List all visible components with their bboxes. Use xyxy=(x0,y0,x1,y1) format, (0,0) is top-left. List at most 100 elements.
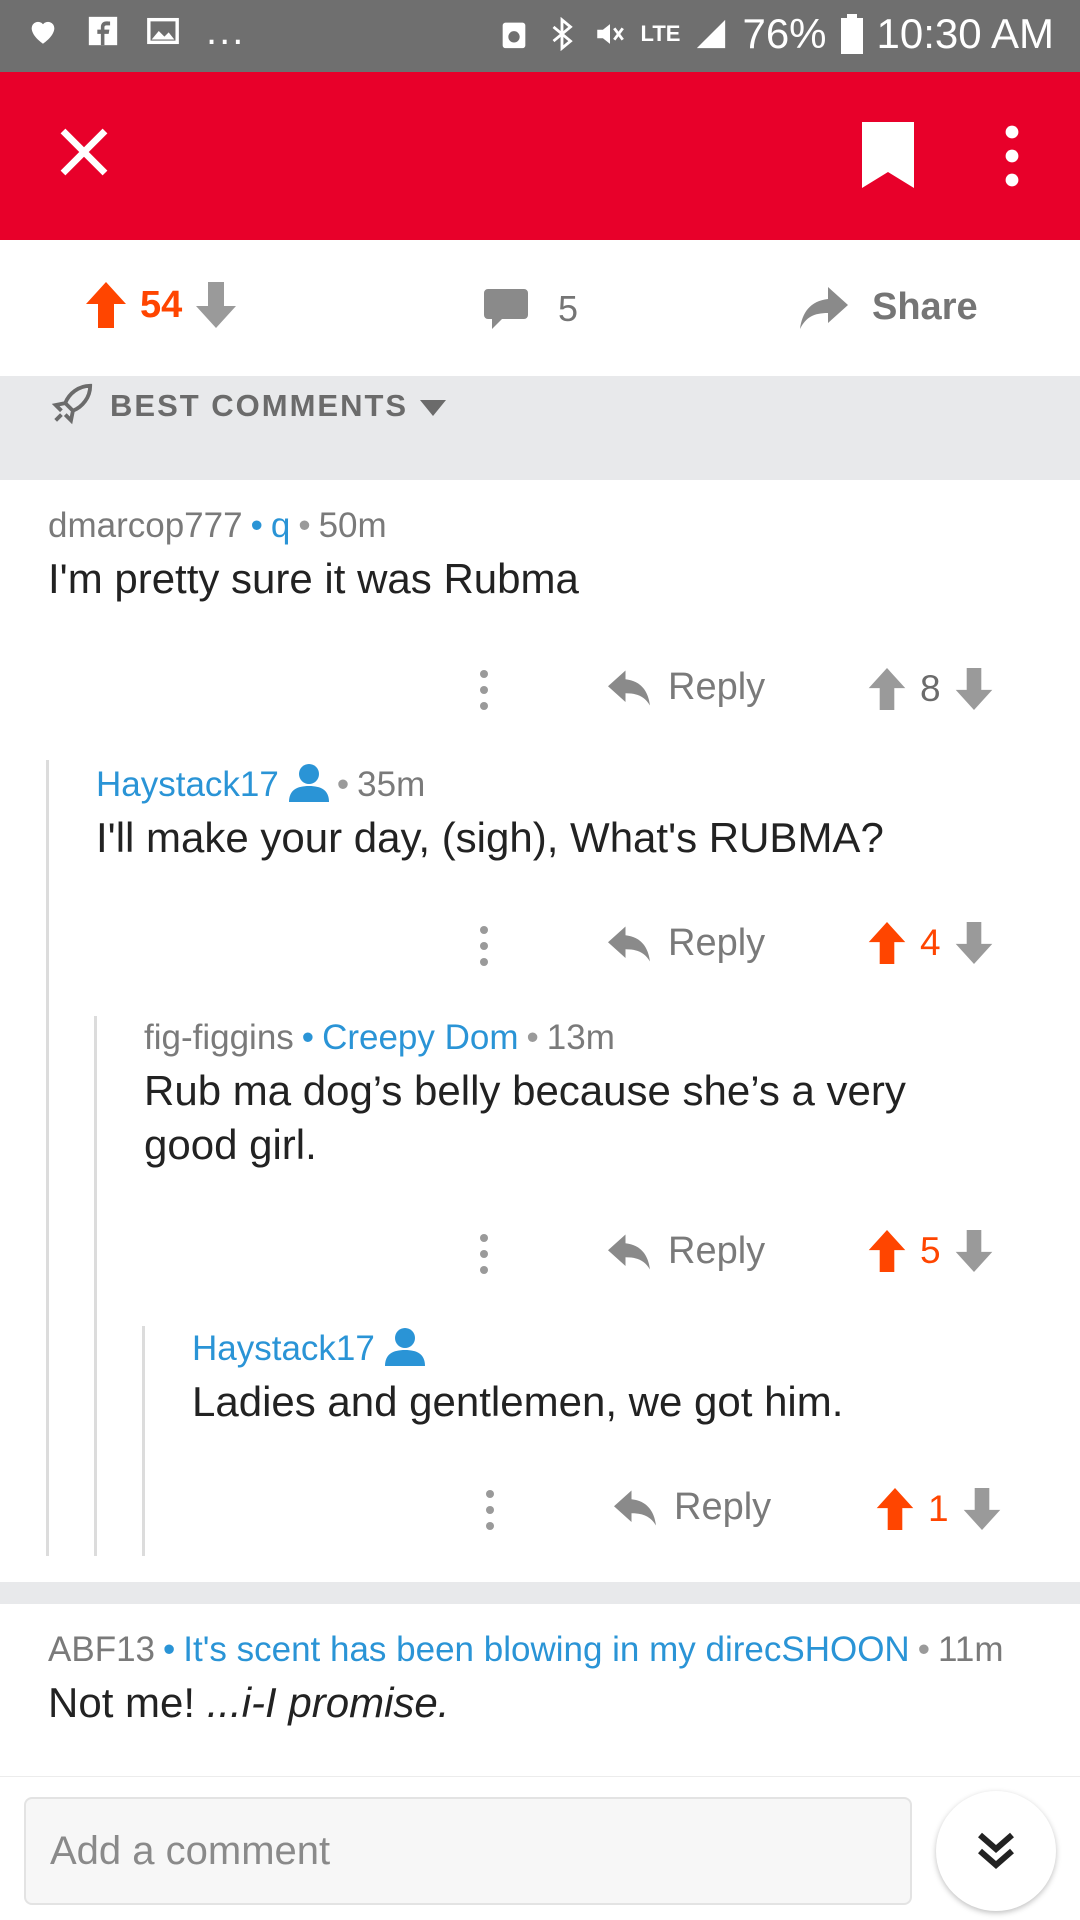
sort-label: BEST COMMENTS xyxy=(110,388,409,423)
comment-meta: Haystack17 xyxy=(192,1326,1062,1369)
mute-icon xyxy=(596,24,624,44)
clock: 10:30 AM xyxy=(876,10,1054,57)
comment-meta: ABF13 • It's scent has been blowing in my … xyxy=(48,1630,1004,1669)
upvote-icon[interactable] xyxy=(868,668,906,710)
post-vote-group: 54 xyxy=(86,282,237,328)
comment-author[interactable]: fig-figgins xyxy=(144,1018,294,1057)
comment-more-icon[interactable] xyxy=(479,670,489,710)
network-type: LTE xyxy=(640,21,681,46)
save-data-icon xyxy=(502,22,525,49)
comment: Haystack17 • 35m I'll make your day, (sigh… xyxy=(96,762,1056,865)
image-icon xyxy=(147,17,179,45)
share-icon xyxy=(800,286,848,329)
close-icon[interactable] xyxy=(54,122,114,182)
comment-body: Rub ma dog’s belly because she’s a very … xyxy=(144,1064,1064,1172)
comment-more-icon[interactable] xyxy=(479,1234,489,1274)
reply-label: Reply xyxy=(668,1230,766,1272)
reply-label: Reply xyxy=(668,922,766,964)
downvote-icon[interactable] xyxy=(963,1488,1001,1530)
comment-body: Not me! ...i-I promise. xyxy=(48,1679,450,1726)
post-action-bar: 54 5 Share xyxy=(0,240,1080,376)
bluetooth-icon xyxy=(552,17,573,51)
comment-body: Ladies and gentlemen, we got him. xyxy=(192,1378,844,1425)
reply-button[interactable]: Reply xyxy=(614,1486,771,1529)
comment-body-line: Rub ma dog’s belly because she’s a very xyxy=(144,1067,906,1114)
reply-label: Reply xyxy=(668,666,766,708)
comment-meta: Haystack17 • 35m xyxy=(96,762,1056,805)
comment-body-line: good girl. xyxy=(144,1121,317,1168)
comment-sort-bar[interactable]: BEST COMMENTS xyxy=(0,376,1080,480)
battery-icon xyxy=(840,14,863,54)
upvote-icon[interactable] xyxy=(868,922,906,964)
comment-count: 5 xyxy=(558,288,579,329)
comment-age: 11m xyxy=(937,1630,1004,1669)
comment-composer: Add a comment xyxy=(0,1776,1080,1920)
reply-button[interactable]: Reply xyxy=(608,922,765,965)
comment-score: 1 xyxy=(928,1488,949,1529)
downvote-icon[interactable] xyxy=(955,922,993,964)
comment: ABF13 • It's scent has been blowing in my … xyxy=(48,1630,1068,1730)
downvote-icon[interactable] xyxy=(955,1230,993,1272)
comment-score: 8 xyxy=(920,668,941,709)
downvote-icon[interactable] xyxy=(955,668,993,710)
user-flair: q xyxy=(270,506,291,545)
reply-button[interactable]: Reply xyxy=(608,1230,765,1273)
reply-icon xyxy=(614,1490,656,1525)
double-chevron-down-icon xyxy=(978,1832,1014,1869)
battery-percent: 76% xyxy=(742,10,827,57)
comment-vote-group: 4 xyxy=(868,922,993,964)
share-button[interactable]: Share xyxy=(800,286,978,329)
comment-more-icon[interactable] xyxy=(479,926,489,966)
chevron-down-icon xyxy=(420,400,446,416)
user-flair: Creepy Dom xyxy=(322,1018,519,1057)
comment: fig-figgins • Creepy Dom • 13m Rub ma dog’s … xyxy=(144,1018,1064,1172)
comment-author[interactable]: Haystack17 xyxy=(192,1329,375,1368)
comment-author[interactable]: ABF13 xyxy=(48,1630,155,1669)
reply-label: Reply xyxy=(674,1486,772,1528)
comment-more-icon[interactable] xyxy=(485,1490,495,1530)
comments-button[interactable]: 5 xyxy=(484,288,578,330)
comment-bubble-icon xyxy=(484,289,528,329)
comment-vote-group: 8 xyxy=(868,668,993,710)
comment-age: 35m xyxy=(357,765,426,804)
comment-age: 50m xyxy=(318,506,387,545)
comment-vote-group: 5 xyxy=(868,1230,993,1272)
comment: Haystack17 Ladies and gentlemen, we got … xyxy=(192,1326,1062,1429)
bookmark-icon[interactable] xyxy=(862,122,914,188)
reply-button[interactable]: Reply xyxy=(608,666,765,709)
share-label: Share xyxy=(872,286,978,328)
comment-body: I'm pretty sure it was Rubma xyxy=(48,555,579,602)
upvote-icon[interactable] xyxy=(86,282,126,328)
comment-meta: fig-figgins • Creepy Dom • 13m xyxy=(144,1018,615,1057)
comment-divider xyxy=(0,1582,1080,1604)
comment-age: 13m xyxy=(546,1018,615,1057)
op-person-icon xyxy=(384,1328,425,1366)
comment-score: 4 xyxy=(920,922,941,963)
more-options-icon[interactable] xyxy=(1000,124,1024,188)
add-comment-input[interactable]: Add a comment xyxy=(24,1797,912,1905)
jump-next-button[interactable] xyxy=(936,1791,1056,1911)
notification-overflow: ... xyxy=(206,9,246,53)
comment-meta: dmarcop777 • q • 50m xyxy=(48,506,387,545)
comment-author[interactable]: Haystack17 xyxy=(96,765,279,804)
signal-icon xyxy=(697,19,726,49)
op-person-icon xyxy=(288,764,329,802)
user-flair: It's scent has been blowing in my direcS… xyxy=(183,1630,910,1669)
upvote-icon[interactable] xyxy=(868,1230,906,1272)
comment-vote-group: 1 xyxy=(876,1488,1001,1530)
status-bar: ... LTE 76% 10:30 AM xyxy=(0,0,1080,72)
thread-line xyxy=(46,760,49,1556)
thread-line xyxy=(142,1326,145,1556)
comment-body: I'll make your day, (sigh), What's RUBMA… xyxy=(96,814,884,861)
facebook-icon xyxy=(88,16,118,46)
post-score: 54 xyxy=(140,283,183,326)
app-bar xyxy=(0,72,1080,240)
reply-icon xyxy=(608,926,650,961)
comment-score: 5 xyxy=(920,1230,941,1271)
downvote-icon[interactable] xyxy=(196,282,237,328)
thread-line xyxy=(94,1016,97,1556)
comment-author[interactable]: dmarcop777 xyxy=(48,506,243,545)
rocket-icon xyxy=(51,383,93,425)
comment: dmarcop777 • q • 50m I'm pretty sure it was … xyxy=(48,506,1048,606)
upvote-icon[interactable] xyxy=(876,1488,914,1530)
